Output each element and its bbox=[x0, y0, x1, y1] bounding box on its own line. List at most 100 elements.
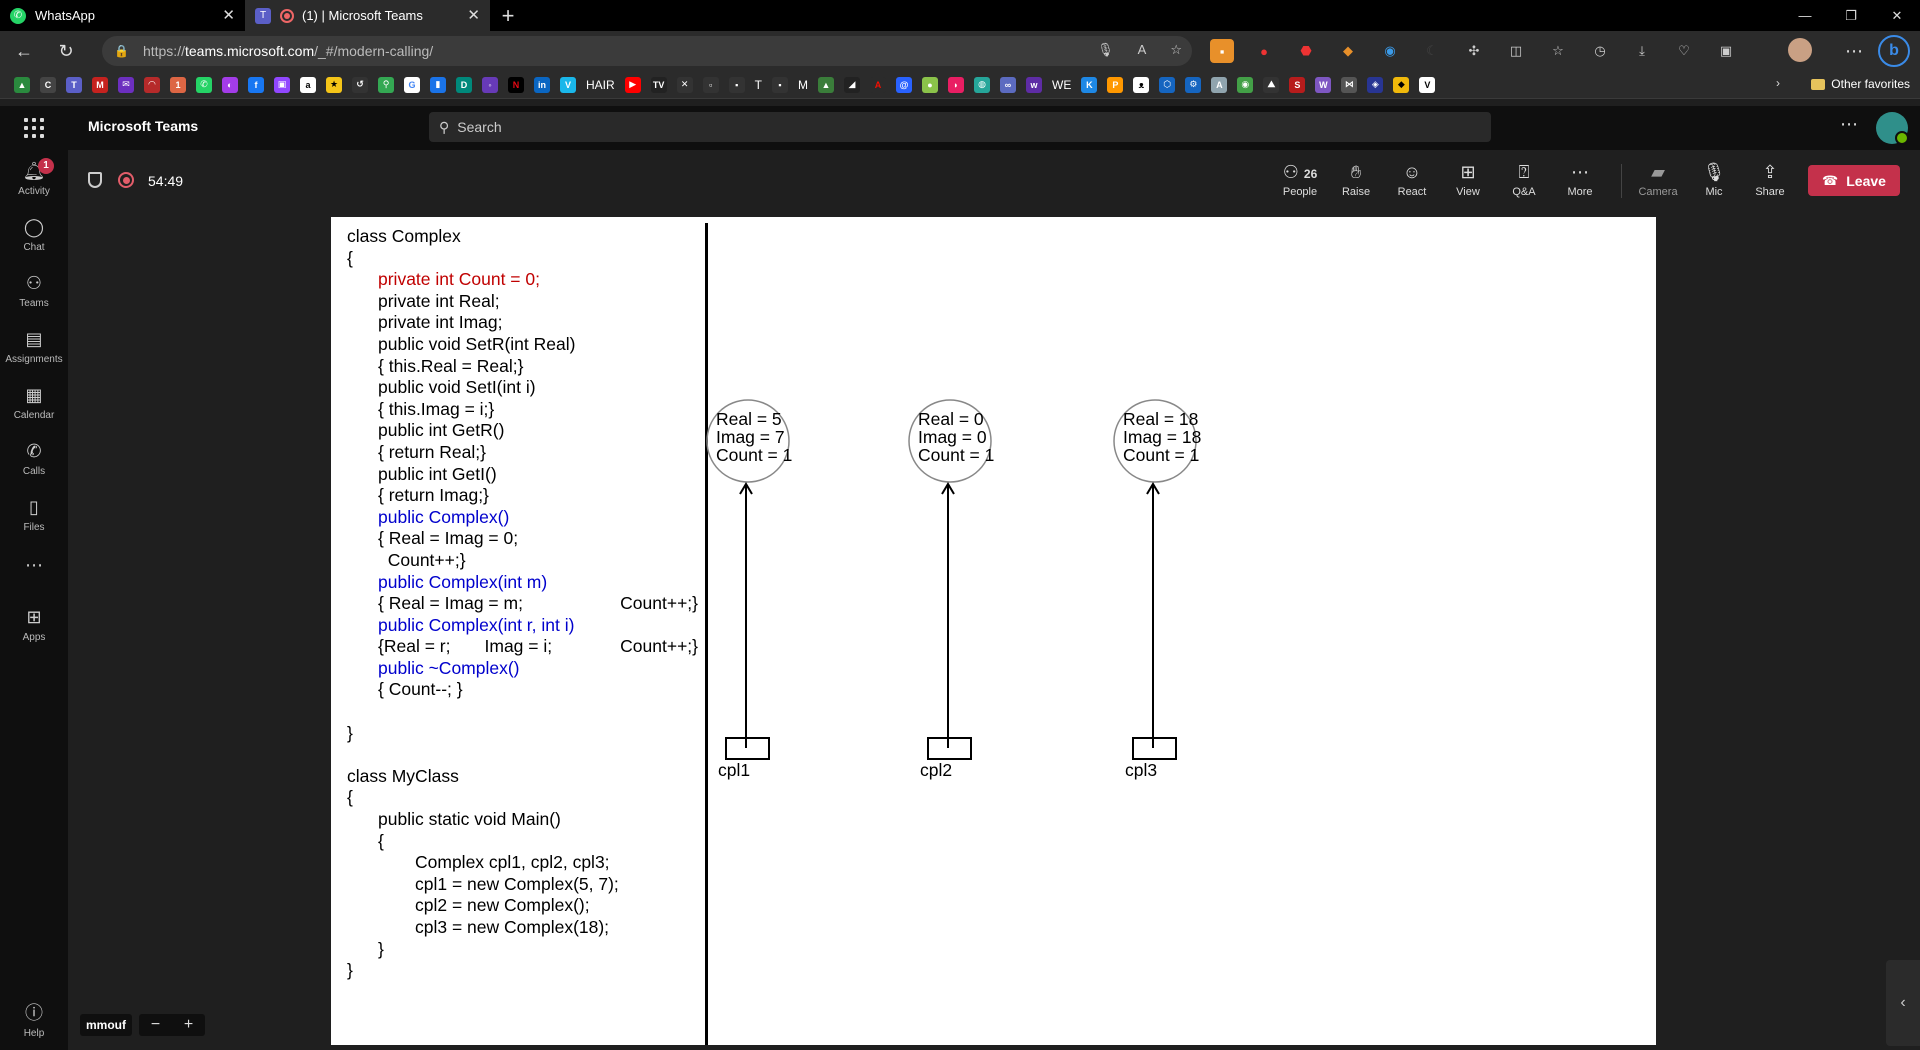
dark-mode-icon[interactable]: ☾ bbox=[1420, 39, 1444, 63]
linkedin-icon[interactable]: in bbox=[534, 76, 550, 93]
netflix-icon[interactable]: N bbox=[508, 76, 524, 93]
collapse-panel-icon[interactable]: ‹ bbox=[1886, 960, 1920, 1046]
favorite-w-icon[interactable]: W bbox=[1315, 76, 1332, 93]
google-icon[interactable]: G bbox=[404, 76, 420, 93]
back-icon[interactable]: ← bbox=[6, 33, 42, 69]
mail-icon[interactable]: ✉ bbox=[118, 76, 134, 93]
bing-copilot-icon[interactable]: b bbox=[1878, 35, 1910, 67]
favorite-teal-icon[interactable]: ◍ bbox=[974, 76, 991, 93]
favorite-label[interactable]: T bbox=[755, 78, 762, 92]
favorite-arc-icon[interactable]: ◠ bbox=[144, 76, 160, 93]
rail-item-teams[interactable]: ⚇ Teams bbox=[0, 272, 68, 309]
favorite-cat-icon[interactable]: ᴥ bbox=[1133, 76, 1150, 93]
new-tab-button[interactable]: + bbox=[494, 2, 522, 30]
favorite-star-icon[interactable]: ☆ bbox=[1170, 42, 1182, 58]
shield-icon[interactable] bbox=[88, 172, 102, 188]
restore-icon[interactable]: ❐ bbox=[1828, 0, 1874, 31]
favorite-circle-icon[interactable]: ↺ bbox=[352, 76, 368, 93]
favorite-dark-icon[interactable]: ▪ bbox=[728, 76, 745, 93]
favorites-icon[interactable]: ☆ bbox=[1546, 39, 1570, 63]
favorite-gold-icon[interactable]: ◆ bbox=[1393, 76, 1410, 93]
close-window-icon[interactable]: ✕ bbox=[1874, 0, 1920, 31]
qa-button[interactable]: ⍰ Q&A bbox=[1496, 160, 1552, 198]
rail-item-chat[interactable]: ◯ Chat bbox=[0, 216, 68, 253]
share-button[interactable]: ⇪ Share bbox=[1742, 160, 1798, 198]
gmail-icon[interactable]: M bbox=[92, 76, 108, 93]
tab-whatsapp[interactable]: ✆ WhatsApp ✕ bbox=[0, 0, 245, 31]
favorite-dark2-icon[interactable]: ▪ bbox=[772, 76, 789, 93]
refresh-icon[interactable]: ↻ bbox=[48, 33, 84, 69]
favorite-x-icon[interactable]: ✕ bbox=[676, 76, 693, 93]
view-button[interactable]: ⊞ View bbox=[1440, 160, 1496, 198]
extension-icon[interactable]: ◉ bbox=[1378, 39, 1402, 63]
app-launcher-icon[interactable] bbox=[24, 118, 44, 138]
rail-item-help[interactable]: ⓘ Help bbox=[0, 1002, 68, 1039]
favorite-gray-icon[interactable]: ⋈ bbox=[1341, 76, 1358, 93]
more-options-icon[interactable]: ⋯ bbox=[1836, 33, 1872, 69]
profile-avatar[interactable] bbox=[1788, 38, 1812, 62]
split-screen-icon[interactable]: ◫ bbox=[1504, 39, 1528, 63]
favorite-label[interactable]: WE bbox=[1052, 78, 1071, 92]
favorite-c-icon[interactable]: C bbox=[40, 76, 56, 93]
favorite-box-icon[interactable]: ▫ bbox=[702, 76, 719, 93]
extensions-puzzle-icon[interactable]: ✣ bbox=[1462, 39, 1486, 63]
teams-icon[interactable]: T bbox=[66, 76, 82, 93]
favorite-146-icon[interactable]: 1 bbox=[170, 76, 186, 93]
camera-button[interactable]: ▰ Camera bbox=[1630, 160, 1686, 198]
read-aloud-icon[interactable]: A bbox=[1138, 42, 1147, 58]
react-button[interactable]: ☺ React bbox=[1384, 160, 1440, 198]
other-favorites[interactable]: Other favorites bbox=[1811, 77, 1910, 91]
favorite-indigo-icon[interactable]: ∞ bbox=[1000, 76, 1017, 93]
maps-icon[interactable]: ⚲ bbox=[378, 76, 394, 93]
favorite-k-icon[interactable]: K bbox=[1081, 76, 1098, 93]
vimeo-icon[interactable]: V bbox=[560, 76, 576, 93]
youtube-icon[interactable]: ▶ bbox=[624, 76, 641, 93]
minimize-icon[interactable]: — bbox=[1782, 0, 1828, 31]
download-icon[interactable]: ⤓ bbox=[1630, 39, 1654, 63]
favorite-shield-icon[interactable]: ◈ bbox=[1367, 76, 1384, 93]
close-tab-icon[interactable]: ✕ bbox=[467, 6, 480, 24]
favorite-star-icon[interactable]: ★ bbox=[326, 76, 342, 93]
favorite-label[interactable]: HAIR bbox=[586, 78, 615, 92]
history-icon[interactable]: ◷ bbox=[1588, 39, 1612, 63]
url-input[interactable]: 🔒 https://teams.microsoft.com/_#/modern-… bbox=[102, 36, 1192, 66]
extension-icon[interactable]: ◆ bbox=[1336, 39, 1360, 63]
rail-item-activity[interactable]: 🔔︎ 1 Activity bbox=[0, 158, 68, 197]
settings-more-icon[interactable]: ⋯ bbox=[1840, 114, 1858, 135]
microphone-icon[interactable]: 🎙 bbox=[1097, 42, 1114, 58]
favorite-a-icon[interactable]: A bbox=[1211, 76, 1228, 93]
favorite-p-icon[interactable]: P bbox=[1107, 76, 1124, 93]
favorite-purple-icon[interactable]: ▣ bbox=[274, 76, 290, 93]
rail-item-calendar[interactable]: ▦ Calendar bbox=[0, 384, 68, 421]
favorite-d-icon[interactable]: D bbox=[456, 76, 472, 93]
rail-item-apps[interactable]: ⊞ Apps bbox=[0, 606, 68, 643]
facebook-icon[interactable]: f bbox=[248, 76, 264, 93]
favorite-c2-icon[interactable]: @ bbox=[896, 76, 913, 93]
favorite-label[interactable]: M bbox=[798, 78, 808, 92]
messenger-icon[interactable]: ◐ bbox=[222, 76, 238, 93]
favorite-stripe-icon[interactable]: ◢ bbox=[844, 76, 861, 93]
extension-icon[interactable]: ● bbox=[1252, 39, 1276, 63]
people-button[interactable]: ⚇ 26 People bbox=[1272, 160, 1328, 198]
favorite-lime-icon[interactable]: ● bbox=[922, 76, 939, 93]
leave-button[interactable]: ☎︎ Leave bbox=[1808, 165, 1900, 196]
favorite-we-icon[interactable]: w bbox=[1026, 76, 1043, 93]
drive-icon[interactable]: ▲ bbox=[14, 76, 30, 93]
rail-more-apps[interactable]: ⋯ bbox=[0, 554, 68, 580]
zoom-out-icon[interactable]: − bbox=[151, 1016, 160, 1034]
favorite-s-icon[interactable]: S bbox=[1289, 76, 1306, 93]
rail-item-files[interactable]: ▯ Files bbox=[0, 496, 68, 533]
rail-item-assignments[interactable]: ▤ Assignments bbox=[0, 328, 68, 365]
favorite-v-icon[interactable]: V bbox=[1419, 76, 1436, 93]
extension-icon[interactable]: ▪ bbox=[1210, 39, 1234, 63]
favorite-pink-icon[interactable]: ◗ bbox=[948, 76, 965, 93]
collections-icon[interactable]: ▣ bbox=[1714, 39, 1738, 63]
amazon-icon[interactable]: a bbox=[300, 76, 316, 93]
avatar[interactable] bbox=[1876, 112, 1909, 145]
extension-icon[interactable]: ⬣ bbox=[1294, 39, 1318, 63]
favorite-hex-icon[interactable]: ⬡ bbox=[1159, 76, 1176, 93]
favorite-blue-icon[interactable]: ▮ bbox=[430, 76, 446, 93]
adobe-icon[interactable]: A bbox=[870, 76, 887, 93]
zoom-in-icon[interactable]: + bbox=[184, 1016, 193, 1034]
favorite-green-icon[interactable]: ▲ bbox=[818, 76, 835, 93]
